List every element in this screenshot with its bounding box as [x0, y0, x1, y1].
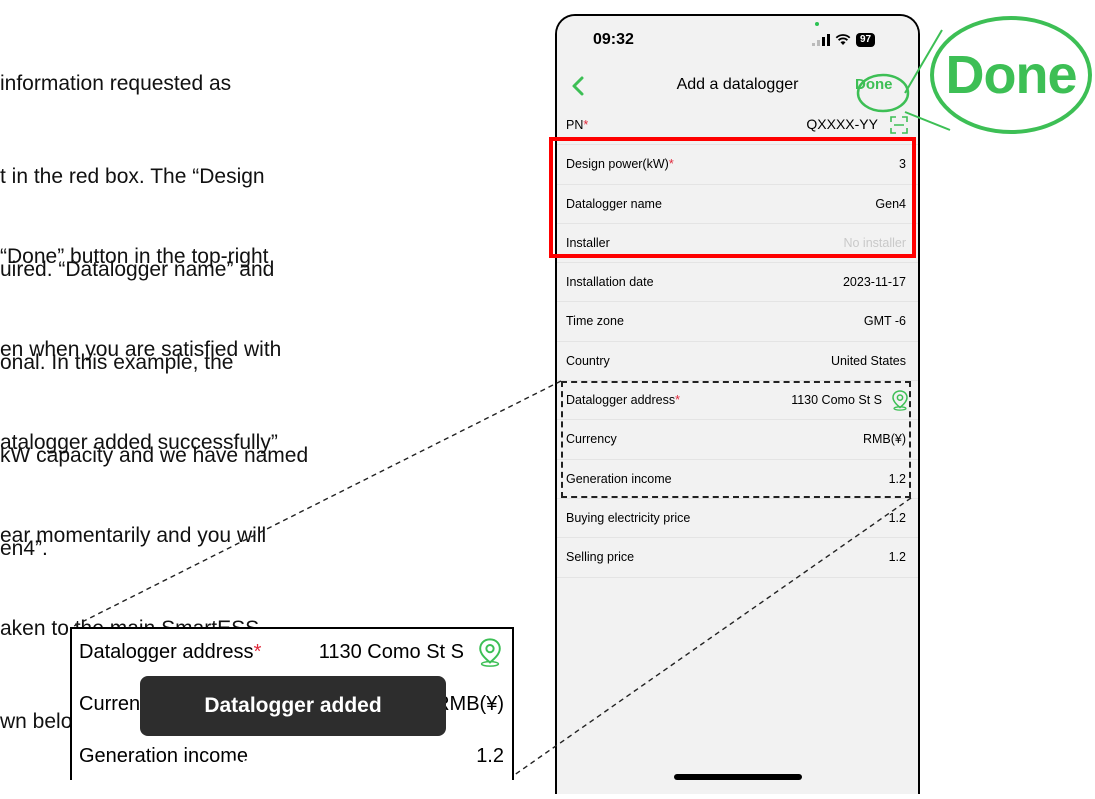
row-value: 1.2 — [888, 510, 906, 525]
row-label: Selling price — [566, 550, 635, 565]
callout-value: 1.2 — [476, 745, 504, 767]
nav-bar: Add a datalogger Done — [557, 66, 918, 106]
camera-indicator-dot — [815, 22, 819, 26]
signal-icon — [812, 34, 830, 46]
battery-icon: 97 — [856, 33, 876, 47]
pn-value: QXXXX-YY — [806, 116, 878, 132]
row-value: 2023-11-17 — [842, 275, 906, 290]
form-row-buying-price[interactable]: Buying electricity price 1.2 — [557, 498, 918, 539]
text-line: ear momentarily and you will — [0, 524, 267, 547]
home-indicator — [674, 774, 802, 780]
form-row-time-zone[interactable]: Time zone GMT -6 — [557, 302, 918, 342]
status-bar: 09:32 97 — [557, 16, 918, 66]
row-label: Buying electricity price — [566, 510, 691, 525]
row-label: Country — [566, 353, 610, 368]
wifi-icon — [835, 34, 851, 45]
callout-label: Datalogger address* — [79, 641, 262, 663]
location-pin-icon — [479, 638, 501, 667]
row-value: United States — [830, 353, 906, 368]
form-row-installation-date[interactable]: Installation date 2023-11-17 — [557, 263, 918, 303]
done-zoom-bubble: Done — [930, 16, 1092, 134]
row-value: 1.2 — [888, 550, 906, 565]
success-toast: Datalogger added successfully — [140, 676, 446, 777]
success-toast-callout: Datalogger address* 1130 Como St S Curre… — [70, 627, 514, 780]
done-button[interactable]: Done — [855, 76, 893, 93]
callout-label: Generation income — [79, 745, 248, 767]
row-label: Installation date — [566, 275, 654, 290]
form-row-country[interactable]: Country United States — [557, 341, 918, 382]
row-value: GMT -6 — [863, 314, 906, 329]
text-line: atalogger added successfully” — [0, 431, 278, 454]
callout-value: 1130 Como St S — [318, 641, 464, 663]
row-label: PN* — [566, 118, 589, 132]
required-fields-highlight — [549, 137, 916, 258]
scan-icon[interactable] — [890, 116, 908, 134]
row-label: Time zone — [566, 314, 624, 329]
text-line: “Done” button in the top-right — [0, 245, 269, 268]
status-icons: 97 — [812, 33, 876, 47]
callout-row-address: Datalogger address* 1130 Como St S — [72, 629, 512, 679]
text-line: information requested as — [0, 72, 232, 95]
zoom-done-text: Done — [945, 45, 1078, 105]
text-line: en when you are satisfied with — [0, 338, 282, 361]
status-time: 09:32 — [593, 31, 634, 48]
address-section-highlight — [561, 381, 911, 498]
form-row-selling-price[interactable]: Selling price 1.2 — [557, 538, 918, 578]
